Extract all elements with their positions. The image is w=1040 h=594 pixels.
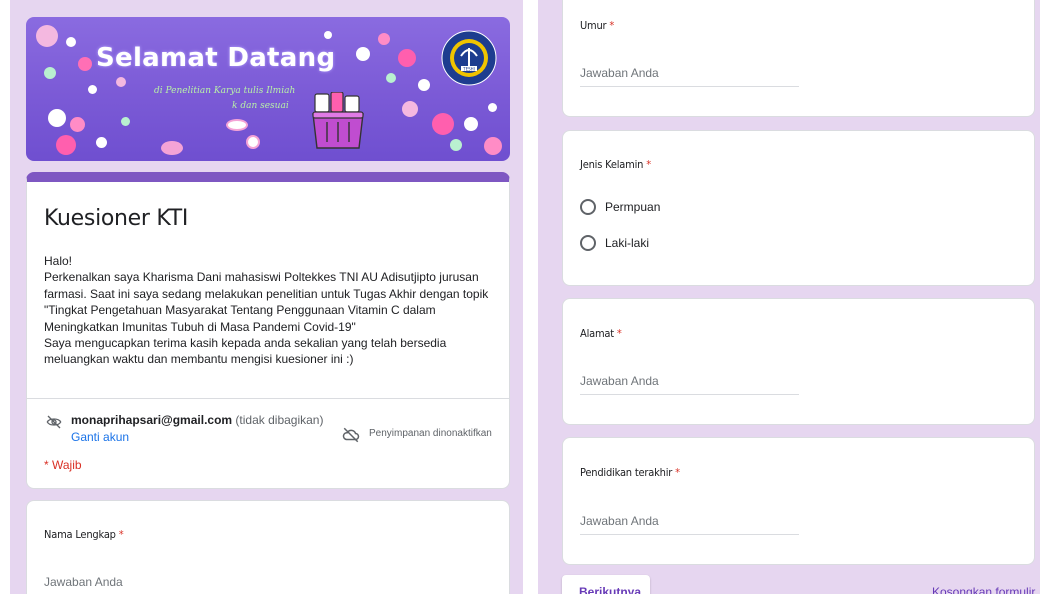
- question-label: Alamat *: [580, 327, 622, 340]
- right-screenshot-panel: Umur * Jawaban Anda Jenis Kelamin * Perm…: [538, 0, 1040, 594]
- decor-dot: [398, 49, 416, 67]
- question-label: Umur *: [580, 19, 614, 32]
- radio-label: Laki-laki: [605, 236, 650, 250]
- medicine-basket-icon: [312, 92, 364, 149]
- institution-logo-icon: TESHI: [441, 30, 497, 86]
- question-card-nama: Nama Lengkap * Jawaban Anda: [26, 500, 510, 594]
- question-title: Alamat: [580, 327, 614, 340]
- description-line: Saya mengucapkan terima kasih kepada and…: [44, 336, 447, 367]
- radio-option-laki-laki[interactable]: Laki-laki: [580, 235, 649, 251]
- question-card-alamat: Alamat * Jawaban Anda: [562, 298, 1035, 425]
- banner-subtitle: di Penelitian Karya tulis Ilmiah: [154, 86, 296, 96]
- decor-dot: [66, 37, 76, 47]
- decor-dot: [96, 137, 107, 148]
- question-title: Pendidikan terakhir: [580, 466, 673, 479]
- pendidikan-input[interactable]: Jawaban Anda: [580, 514, 659, 528]
- radio-button[interactable]: [580, 199, 596, 215]
- decor-dot: [484, 137, 502, 155]
- header-banner: Selamat Datang di Penelitian Karya tulis…: [26, 17, 510, 161]
- account-note: (tidak dibagikan): [235, 413, 324, 427]
- decor-dot: [88, 85, 97, 94]
- decor-dot: [48, 109, 66, 127]
- question-title: Umur: [580, 19, 607, 32]
- alamat-input[interactable]: Jawaban Anda: [580, 374, 659, 388]
- logo-text: TESHI: [462, 67, 475, 72]
- decor-dot: [161, 141, 183, 155]
- decor-dot: [432, 113, 454, 135]
- decor-dot: [246, 135, 260, 149]
- required-mark: *: [609, 19, 615, 32]
- radio-option-permpuan[interactable]: Permpuan: [580, 199, 660, 215]
- required-mark: *: [675, 466, 680, 479]
- left-screenshot-panel: Selamat Datang di Penelitian Karya tulis…: [10, 0, 523, 594]
- radio-button[interactable]: [580, 235, 596, 251]
- decor-dot: [324, 31, 332, 39]
- next-button[interactable]: Berikutnya: [562, 575, 650, 594]
- decor-dot: [36, 25, 58, 47]
- umur-input[interactable]: Jawaban Anda: [580, 66, 659, 80]
- decor-dot: [116, 77, 126, 87]
- question-label: Nama Lengkap *: [44, 528, 124, 541]
- decor-dot: [356, 47, 370, 61]
- decor-dot: [44, 67, 56, 79]
- eye-off-icon: [46, 415, 62, 429]
- decor-dot: [418, 79, 430, 91]
- decor-dot: [70, 117, 85, 132]
- decor-dot: [78, 57, 92, 71]
- question-card-jenis-kelamin: Jenis Kelamin * Permpuan Laki-laki: [562, 130, 1035, 286]
- input-underline: [580, 534, 799, 535]
- question-label: Pendidikan terakhir *: [580, 466, 680, 479]
- cloud-off-icon: [342, 427, 360, 443]
- required-mark: *: [646, 158, 651, 171]
- decor-dot: [450, 139, 462, 151]
- form-intro-card: Kuesioner KTI Halo! Perkenalkan saya Kha…: [26, 172, 510, 489]
- save-status: Penyimpanan dinonaktifkan: [369, 428, 492, 439]
- form-description: Halo! Perkenalkan saya Kharisma Dani mah…: [44, 253, 504, 368]
- divider: [27, 398, 509, 399]
- clear-form-link[interactable]: Kosongkan formulir: [932, 585, 1035, 594]
- question-title: Nama Lengkap: [44, 528, 116, 541]
- input-underline: [580, 86, 799, 87]
- required-mark: *: [118, 528, 124, 541]
- decor-dot: [386, 73, 396, 83]
- decor-dot: [402, 101, 418, 117]
- input-underline: [580, 394, 799, 395]
- decor-dot: [121, 117, 130, 126]
- decor-dot: [56, 135, 76, 155]
- switch-account-link[interactable]: Ganti akun: [71, 430, 129, 444]
- description-line: Perkenalkan saya Kharisma Dani mahasiswi…: [44, 270, 489, 334]
- required-mark: *: [616, 327, 622, 340]
- radio-label: Permpuan: [605, 200, 661, 214]
- decor-dot: [378, 33, 390, 45]
- required-note: * Wajib: [44, 458, 82, 472]
- decor-dot: [226, 119, 248, 131]
- question-title: Jenis Kelamin: [580, 158, 644, 171]
- decor-dot: [488, 103, 497, 112]
- nama-input[interactable]: Jawaban Anda: [44, 575, 123, 589]
- banner-title: Selamat Datang: [96, 43, 336, 73]
- banner-subtitle-2: k dan sesuai: [232, 101, 289, 111]
- form-title: Kuesioner KTI: [44, 206, 189, 231]
- question-card-pendidikan: Pendidikan terakhir * Jawaban Anda: [562, 437, 1035, 565]
- decor-dot: [464, 117, 478, 131]
- question-label: Jenis Kelamin *: [580, 158, 651, 171]
- account-email: monaprihapsari@gmail.com: [71, 413, 233, 427]
- question-card-umur: Umur * Jawaban Anda: [562, 0, 1035, 117]
- account-info: monaprihapsari@gmail.com (tidak dibagika…: [71, 413, 323, 427]
- description-line: Halo!: [44, 254, 73, 268]
